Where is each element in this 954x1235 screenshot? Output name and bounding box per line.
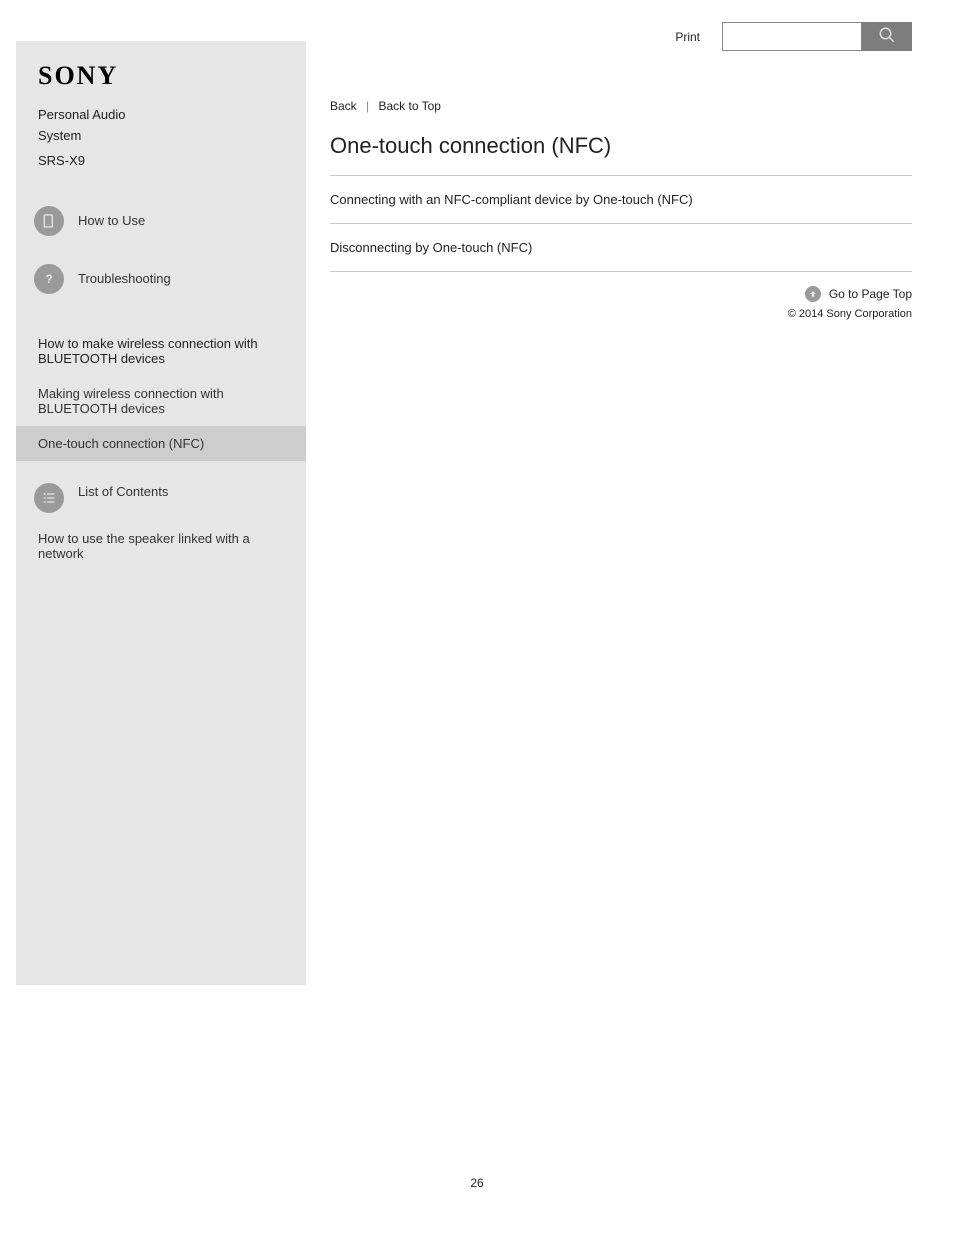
nav-how-to-use[interactable]: How to Use: [16, 192, 306, 250]
topbar: Print: [330, 18, 912, 51]
search: [722, 22, 912, 51]
breadcrumb-separator: |: [366, 99, 369, 113]
svg-text:?: ?: [45, 272, 52, 286]
breadcrumb-top[interactable]: Back to Top: [379, 99, 441, 113]
brand-logo: SONY: [16, 61, 306, 91]
nav-label: How to Use: [78, 212, 145, 230]
go-to-top[interactable]: Go to Page Top: [330, 286, 912, 302]
nav-sub-nfc[interactable]: One-touch connection (NFC): [16, 426, 306, 461]
nav-troubleshooting[interactable]: ? Troubleshooting: [16, 250, 306, 308]
nav-sub-network[interactable]: How to use the speaker linked with a net…: [16, 527, 306, 571]
page-title: One-touch connection (NFC): [330, 133, 912, 159]
content-link-disconnect[interactable]: Disconnecting by One-touch (NFC): [330, 224, 912, 272]
book-icon: [34, 206, 64, 236]
content-link-connect[interactable]: Connecting with an NFC-compliant device …: [330, 176, 912, 224]
breadcrumb-back[interactable]: Back: [330, 99, 357, 113]
nav-sub-wireless[interactable]: Making wireless connection with BLUETOOT…: [16, 376, 306, 426]
main-content: Print Back | Back to Top One-touch conne…: [330, 0, 954, 944]
copyright: © 2014 Sony Corporation: [330, 308, 912, 320]
product-name: Personal Audio System: [16, 91, 306, 153]
sidebar: SONY Personal Audio System SRS-X9 How to…: [16, 41, 306, 985]
search-icon: [878, 26, 896, 47]
nav-label: List of Contents: [78, 483, 168, 501]
arrow-up-icon: [805, 286, 821, 302]
go-to-top-label: Go to Page Top: [829, 287, 912, 301]
nav-group-header: How to make wireless connection with BLU…: [16, 308, 306, 376]
print-link[interactable]: Print: [675, 30, 700, 44]
model-name: SRS-X9: [16, 153, 306, 192]
nav-list-contents[interactable]: List of Contents: [16, 469, 306, 527]
breadcrumb: Back | Back to Top: [330, 99, 912, 113]
search-input[interactable]: [722, 22, 862, 51]
list-icon: [34, 483, 64, 513]
search-button[interactable]: [862, 22, 912, 51]
page-number: 26: [0, 1176, 954, 1190]
question-icon: ?: [34, 264, 64, 294]
nav-label: Troubleshooting: [78, 270, 171, 288]
